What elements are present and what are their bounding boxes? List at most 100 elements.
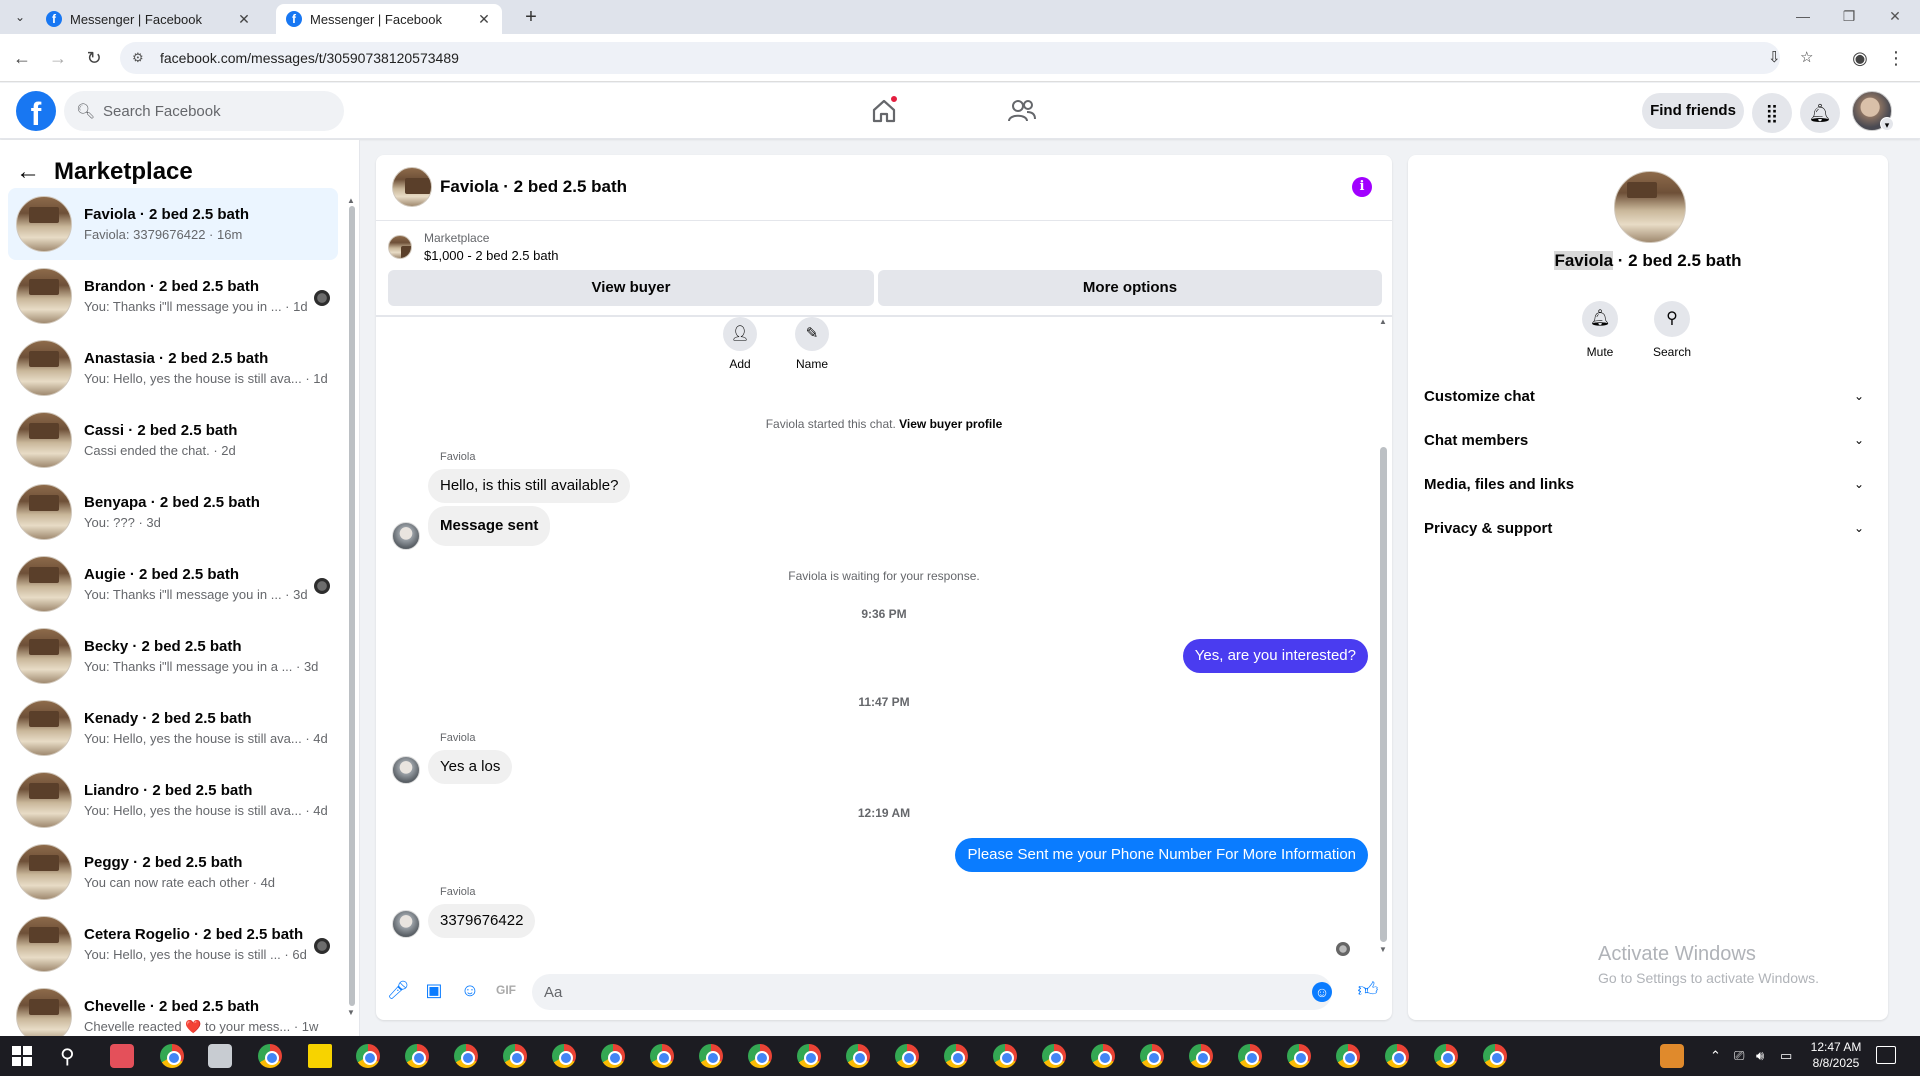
scroll-down-icon[interactable]: ▼ (1379, 945, 1387, 954)
sender-avatar[interactable] (392, 522, 420, 550)
add-people-button[interactable]: 👤︎ Add (710, 317, 770, 371)
conversation-item[interactable]: Peggy · 2 bed 2.5 bath You can now rate e… (8, 836, 338, 908)
conversation-item[interactable]: Liandro · 2 bed 2.5 bath You: Hello, yes … (8, 764, 338, 836)
conversation-item[interactable]: Augie · 2 bed 2.5 bath You: Thanks i"ll m… (8, 548, 338, 620)
chrome-icon[interactable] (258, 1044, 282, 1068)
facebook-search[interactable]: 🔍︎ (64, 91, 344, 131)
set-nickname-button[interactable]: ✎ Name (782, 317, 842, 371)
chrome-icon[interactable] (1434, 1044, 1458, 1068)
facebook-logo-icon[interactable]: f (16, 91, 56, 132)
gif-icon[interactable]: GIF (494, 978, 518, 1002)
sticky-notes-icon[interactable] (308, 1044, 332, 1068)
reload-icon[interactable]: ↻ (82, 46, 106, 70)
scroll-up-icon[interactable]: ▲ (1379, 317, 1387, 326)
conversation-avatar[interactable] (1614, 171, 1686, 243)
install-app-icon[interactable]: ⇩ (1768, 48, 1781, 66)
chrome-icon[interactable] (1091, 1044, 1115, 1068)
conversation-item[interactable]: Benyapa · 2 bed 2.5 bath You: ??? · 3d (8, 476, 338, 548)
new-tab-button[interactable]: + (520, 6, 542, 28)
show-hidden-icons-chevron-up-icon[interactable]: ⌃ (1710, 1048, 1721, 1064)
weather-icon[interactable] (1660, 1044, 1684, 1068)
media-files-links-section[interactable]: Media, files and links ⌄ (1424, 466, 1872, 502)
chrome-icon[interactable] (650, 1044, 674, 1068)
conversation-item[interactable]: Cetera Rogelio · 2 bed 2.5 bath You: Hell… (8, 908, 338, 980)
chat-scrollbar[interactable]: ▲ ▼ (1378, 317, 1388, 957)
chrome-icon[interactable] (1042, 1044, 1066, 1068)
outgoing-message[interactable]: Please Sent me your Phone Number For Mor… (955, 838, 1368, 872)
home-icon[interactable] (864, 93, 904, 129)
scroll-up-icon[interactable]: ▲ (347, 196, 355, 205)
incoming-message[interactable]: 3379676422 (428, 904, 536, 938)
chrome-icon[interactable] (846, 1044, 870, 1068)
chrome-icon[interactable] (944, 1044, 968, 1068)
friends-icon[interactable] (1002, 93, 1042, 129)
chrome-icon[interactable] (356, 1044, 380, 1068)
notification-center-icon[interactable] (1876, 1046, 1896, 1064)
scrollbar-thumb[interactable] (349, 206, 355, 1006)
site-info-icon[interactable]: ⚙ (132, 50, 150, 66)
chrome-icon[interactable] (552, 1044, 576, 1068)
meet-now-icon[interactable]: ⎚ (1734, 1048, 1744, 1064)
outgoing-message[interactable]: Yes, are you interested? (1182, 639, 1368, 673)
chrome-icon[interactable] (797, 1044, 821, 1068)
scroll-down-icon[interactable]: ▼ (347, 1008, 355, 1017)
search-in-conversation-button[interactable]: ⚲ Search (1642, 301, 1702, 359)
browser-tab-2[interactable]: f Messenger | Facebook ✕ (276, 4, 502, 34)
conversation-item[interactable]: Anastasia · 2 bed 2.5 bath You: Hello, ye… (8, 332, 338, 404)
view-buyer-profile-link[interactable]: View buyer profile (899, 417, 1002, 431)
conversation-item[interactable]: Faviola · 2 bed 2.5 bath Faviola: 3379676… (8, 188, 338, 260)
emoji-icon[interactable]: ☺ (1312, 982, 1332, 1002)
mute-button[interactable]: 🔔︎ Mute (1570, 301, 1630, 359)
incoming-message[interactable]: Hello, is this still available? (428, 469, 631, 503)
back-arrow-icon[interactable]: ← (16, 158, 40, 186)
conversation-item[interactable]: Brandon · 2 bed 2.5 bath You: Thanks i"ll… (8, 260, 338, 332)
chrome-icon[interactable] (1140, 1044, 1164, 1068)
network-icon[interactable]: ▭ (1780, 1048, 1792, 1064)
chrome-icon[interactable] (1336, 1044, 1360, 1068)
photo-attach-icon[interactable]: ▣ (422, 978, 446, 1002)
chrome-icon[interactable] (160, 1044, 184, 1068)
account-chevron-down-icon[interactable]: ▾ (1880, 117, 1894, 131)
chrome-icon[interactable] (699, 1044, 723, 1068)
conversation-item[interactable]: Kenady · 2 bed 2.5 bath You: Hello, yes t… (8, 692, 338, 764)
microphone-icon[interactable]: 🎤︎ (386, 978, 410, 1002)
taskbar-app-icon[interactable] (208, 1044, 232, 1068)
chrome-icon[interactable] (1238, 1044, 1262, 1068)
restore-icon[interactable]: ❐ (1826, 0, 1872, 32)
info-icon[interactable]: i (1352, 177, 1372, 197)
chrome-icon[interactable] (1189, 1044, 1213, 1068)
conversation-item[interactable]: Becky · 2 bed 2.5 bath You: Thanks i"ll m… (8, 620, 338, 692)
chrome-icon[interactable] (405, 1044, 429, 1068)
chat-members-section[interactable]: Chat members ⌄ (1424, 422, 1872, 458)
chrome-icon[interactable] (1287, 1044, 1311, 1068)
taskbar-clock[interactable]: 12:47 AM 8/8/2025 (1806, 1039, 1866, 1071)
browser-tab-1[interactable]: f Messenger | Facebook ✕ (36, 4, 262, 34)
facebook-search-input[interactable] (103, 102, 324, 120)
close-window-icon[interactable]: ✕ (1872, 0, 1918, 32)
sidebar-scrollbar[interactable]: ▲ ▼ (347, 196, 356, 1017)
customize-chat-section[interactable]: Customize chat ⌄ (1424, 378, 1872, 414)
close-tab-icon[interactable]: ✕ (236, 11, 252, 28)
find-friends-button[interactable]: Find friends (1642, 93, 1744, 129)
chrome-icon[interactable] (993, 1044, 1017, 1068)
address-bar[interactable]: ⚙ facebook.com/messages/t/30590738120573… (120, 42, 1813, 74)
chrome-icon[interactable] (895, 1044, 919, 1068)
search-icon[interactable]: ⚲ (60, 1044, 75, 1069)
view-buyer-button[interactable]: View buyer (388, 270, 874, 306)
close-tab-icon[interactable]: ✕ (476, 11, 492, 28)
browser-menu-icon[interactable]: ⋮ (1884, 46, 1908, 70)
chrome-icon[interactable] (1385, 1044, 1409, 1068)
chrome-icon[interactable] (503, 1044, 527, 1068)
windows-start-icon[interactable] (12, 1046, 32, 1066)
chat-title[interactable]: Faviola · 2 bed 2.5 bath (440, 177, 627, 197)
chrome-icon[interactable] (1483, 1044, 1507, 1068)
sender-avatar[interactable] (392, 910, 420, 938)
sender-avatar[interactable] (392, 756, 420, 784)
chat-avatar[interactable] (392, 167, 432, 207)
scrollbar-thumb[interactable] (1380, 447, 1387, 942)
volume-icon[interactable]: 🔊︎ (1756, 1048, 1764, 1064)
menu-grid-icon[interactable]: ⣿ (1752, 93, 1792, 133)
privacy-support-section[interactable]: Privacy & support ⌄ (1424, 510, 1872, 546)
profile-icon[interactable]: ◉ (1848, 46, 1872, 70)
incoming-message[interactable]: Message sent (428, 506, 551, 546)
